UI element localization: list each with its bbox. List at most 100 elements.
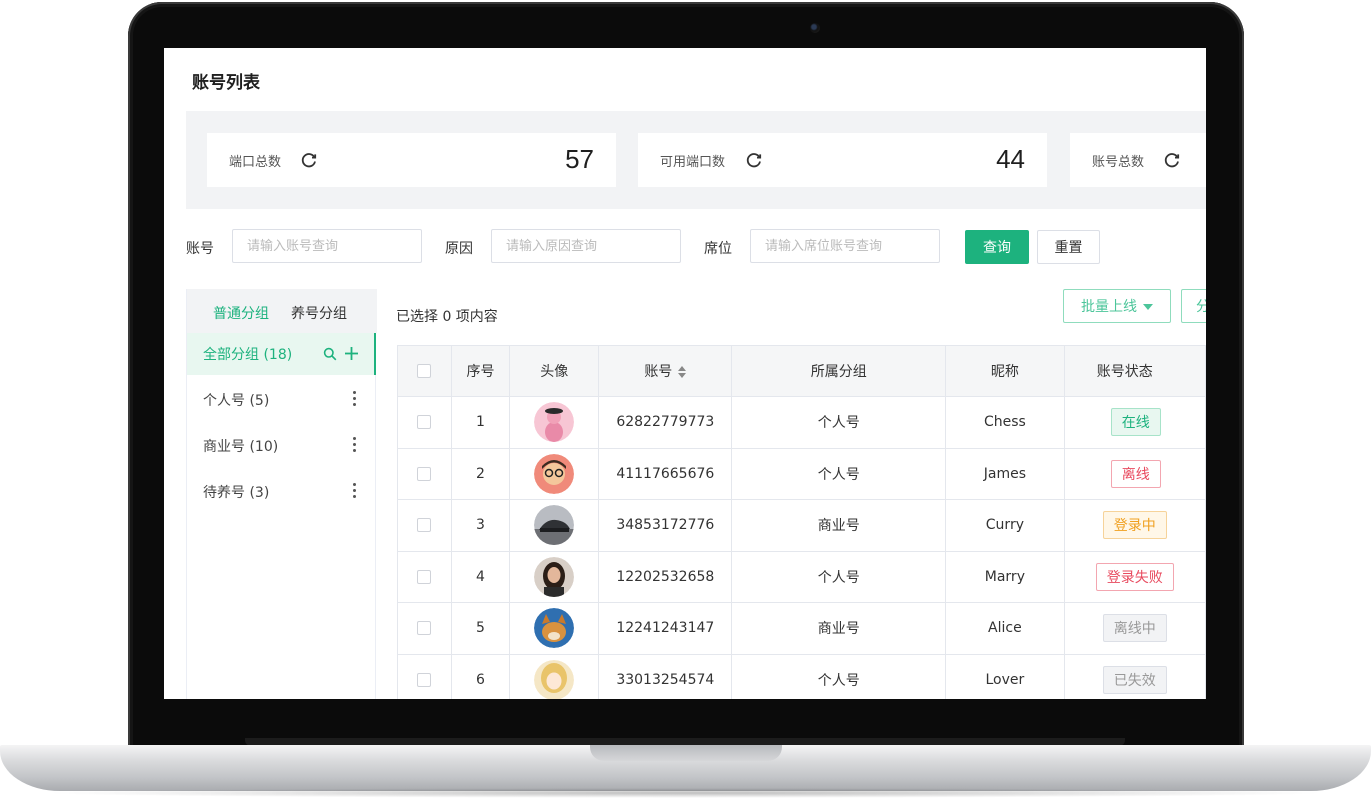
camera-icon bbox=[810, 23, 820, 33]
more-icon[interactable] bbox=[352, 437, 356, 455]
row-select-cell bbox=[397, 396, 452, 449]
row-group: 个人号 bbox=[731, 447, 946, 500]
row-checkbox[interactable] bbox=[417, 518, 432, 533]
column-header-account-label: 账号 bbox=[644, 364, 673, 380]
table-row: 5 12241243147 商业号 Alice 离线中 bbox=[397, 602, 1206, 655]
table-row: 3 34853172776 商业号 Curry 登录中 bbox=[397, 499, 1206, 552]
row-index: 4 bbox=[450, 550, 511, 603]
row-index: 6 bbox=[450, 653, 511, 699]
sidebar-item-all-groups[interactable]: 全部分组 (18) bbox=[187, 333, 376, 375]
status-badge: 离线 bbox=[1110, 459, 1161, 488]
group-tabs: 普通分组 养号分组 bbox=[187, 289, 377, 333]
laptop-shadow bbox=[40, 788, 1331, 798]
select-all-checkbox[interactable] bbox=[417, 364, 432, 378]
row-account: 12241243147 bbox=[598, 602, 733, 655]
status-badge: 登录失败 bbox=[1095, 562, 1174, 591]
status-badge: 离线中 bbox=[1102, 614, 1167, 643]
column-header-group: 所属分组 bbox=[731, 345, 946, 397]
plus-icon[interactable] bbox=[344, 346, 359, 361]
stat-value: 57 bbox=[565, 144, 594, 174]
column-header-account[interactable]: 账号 bbox=[598, 345, 733, 397]
table-row: 1 62822779773 个人号 Chess 在线 bbox=[397, 396, 1206, 449]
sidebar-item-label: 个人号 (5) bbox=[203, 393, 270, 409]
row-nickname: Alice bbox=[945, 602, 1065, 655]
row-group: 个人号 bbox=[731, 550, 946, 603]
row-select-cell bbox=[397, 550, 452, 603]
row-status-cell: 登录中 bbox=[1063, 499, 1206, 552]
row-status-cell: 登录失败 bbox=[1063, 550, 1206, 603]
account-search-input[interactable] bbox=[232, 229, 422, 263]
search-icon[interactable] bbox=[323, 347, 337, 361]
row-checkbox[interactable] bbox=[417, 569, 432, 584]
row-status-cell: 离线 bbox=[1063, 447, 1206, 500]
refresh-icon[interactable] bbox=[1162, 150, 1182, 170]
sort-icon[interactable] bbox=[678, 366, 687, 378]
batch-group-button[interactable]: 分 bbox=[1181, 289, 1206, 323]
refresh-icon[interactable] bbox=[744, 150, 764, 170]
table-row: 4 12202532658 个人号 Marry 登录失败 bbox=[397, 550, 1206, 603]
row-checkbox[interactable] bbox=[417, 466, 432, 481]
reason-filter-label: 原因 bbox=[445, 241, 473, 257]
status-badge: 登录中 bbox=[1102, 511, 1167, 540]
row-avatar-cell bbox=[509, 653, 600, 699]
row-index: 3 bbox=[450, 499, 511, 552]
avatar[interactable] bbox=[534, 453, 575, 494]
more-icon[interactable] bbox=[352, 391, 356, 409]
stat-card-accounts-total: 账号总数 bbox=[1070, 133, 1206, 187]
account-filter-label: 账号 bbox=[186, 241, 214, 257]
accounts-table: 序号 头像 账号 所属分组 昵称 账号状态 1 62822779773 个人号 … bbox=[397, 345, 1206, 699]
stat-value: 44 bbox=[996, 144, 1025, 174]
row-index: 2 bbox=[450, 447, 511, 500]
avatar[interactable] bbox=[534, 608, 575, 649]
row-avatar-cell bbox=[509, 602, 600, 655]
row-nickname: Curry bbox=[945, 499, 1065, 552]
row-select-cell bbox=[397, 447, 452, 500]
column-header-index: 序号 bbox=[450, 345, 511, 397]
avatar[interactable] bbox=[534, 659, 575, 699]
stat-label: 可用端口数 bbox=[660, 155, 726, 170]
row-account: 62822779773 bbox=[598, 396, 733, 449]
stat-label: 账号总数 bbox=[1092, 155, 1145, 170]
sidebar-item-pending[interactable]: 待养号 (3) bbox=[187, 471, 376, 513]
row-status-cell: 离线中 bbox=[1063, 602, 1206, 655]
seat-filter-label: 席位 bbox=[704, 241, 732, 257]
sidebar-item-business[interactable]: 商业号 (10) bbox=[187, 425, 376, 467]
row-nickname: James bbox=[945, 447, 1065, 500]
avatar[interactable] bbox=[534, 402, 575, 443]
dropdown-caret-icon bbox=[1143, 304, 1153, 310]
reset-button[interactable]: 重置 bbox=[1037, 230, 1100, 264]
row-checkbox[interactable] bbox=[417, 415, 432, 430]
row-group: 商业号 bbox=[731, 499, 946, 552]
batch-online-button[interactable]: 批量上线 bbox=[1063, 289, 1171, 323]
row-avatar-cell bbox=[509, 550, 600, 603]
row-nickname: Lover bbox=[945, 653, 1065, 699]
select-all-cell bbox=[397, 345, 452, 397]
row-account: 12202532658 bbox=[598, 550, 733, 603]
column-header-avatar: 头像 bbox=[509, 345, 600, 397]
sidebar-item-label: 商业号 (10) bbox=[203, 439, 279, 455]
query-button[interactable]: 查询 bbox=[965, 230, 1029, 264]
avatar[interactable] bbox=[534, 505, 575, 546]
reason-search-input[interactable] bbox=[491, 229, 681, 263]
row-avatar-cell bbox=[509, 447, 600, 500]
column-header-nickname: 昵称 bbox=[945, 345, 1065, 397]
avatar[interactable] bbox=[534, 556, 575, 597]
row-checkbox[interactable] bbox=[417, 672, 432, 687]
row-checkbox[interactable] bbox=[417, 621, 432, 636]
row-account: 41117665676 bbox=[598, 447, 733, 500]
group-sidebar: 普通分组 养号分组 全部分组 (18) 个人号 (5) 商业号 (10) 待养号… bbox=[186, 289, 377, 699]
row-account: 33013254574 bbox=[598, 653, 733, 699]
more-icon[interactable] bbox=[352, 483, 356, 501]
stats-panel: 端口总数 57 可用端口数 44 账号总数 bbox=[186, 111, 1206, 209]
selected-count: 已选择 0 项内容 bbox=[396, 309, 498, 325]
seat-search-input[interactable] bbox=[750, 229, 940, 263]
tab-nurture-group[interactable]: 养号分组 bbox=[291, 303, 347, 323]
sidebar-item-label: 待养号 (3) bbox=[203, 485, 270, 501]
refresh-icon[interactable] bbox=[299, 150, 319, 170]
tab-normal-group[interactable]: 普通分组 bbox=[213, 303, 269, 323]
row-index: 1 bbox=[450, 396, 511, 449]
app-screen: 账号列表 端口总数 57 可用端口数 44 账号总数 账号 请输入账号查询 原因… bbox=[164, 48, 1206, 699]
sidebar-item-personal[interactable]: 个人号 (5) bbox=[187, 379, 376, 421]
row-status-cell: 在线 bbox=[1063, 396, 1206, 449]
row-avatar-cell bbox=[509, 396, 600, 449]
